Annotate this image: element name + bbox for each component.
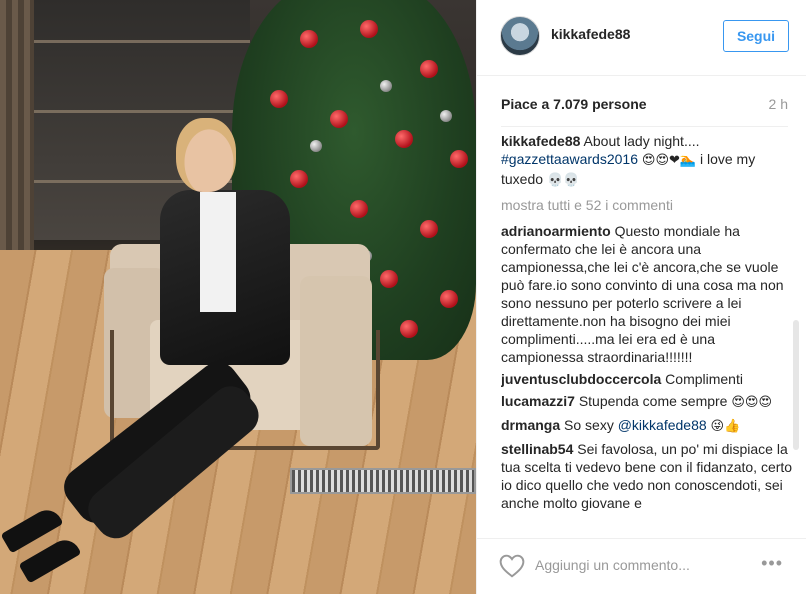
caption-emoji-2: 💀💀 <box>546 173 580 188</box>
post-header: kikkafede88 Segui <box>477 0 806 76</box>
ornament <box>300 30 318 48</box>
comment: stellinab54 Sei favolosa, un po' mi disp… <box>501 440 793 512</box>
comment-username[interactable]: adrianoarmiento <box>501 223 611 239</box>
comment: juventusclubdoccercola Complimenti <box>501 370 793 388</box>
post-time[interactable]: 2 h <box>769 96 788 112</box>
floor-vent <box>290 468 476 494</box>
show-all-comments-link[interactable]: mostra tutti e 52 i commenti <box>501 196 793 214</box>
avatar[interactable] <box>500 16 540 56</box>
comments-list: kikkafede88 About lady night.... #gazzet… <box>501 132 793 532</box>
comment-input[interactable]: Aggiungi un commento... <box>535 557 690 573</box>
comment-text: Questo mondiale ha confermato che lei è … <box>501 223 784 365</box>
comment-text: Stupenda come sempre <box>578 393 728 409</box>
comment-emoji: 😜👍 <box>710 419 741 434</box>
mention-link[interactable]: @kikkafede88 <box>618 417 707 433</box>
ornament <box>290 170 308 188</box>
ornament <box>450 150 468 168</box>
ornament <box>440 110 452 122</box>
username-link[interactable]: kikkafede88 <box>551 26 630 42</box>
ornament <box>360 20 378 38</box>
ornament <box>330 110 348 128</box>
ornament <box>350 200 368 218</box>
railing-line <box>30 110 250 113</box>
ornament <box>310 140 322 152</box>
caption-text: About lady night.... <box>583 133 700 149</box>
ornament <box>440 290 458 308</box>
comment-emoji: 😍😍😍 <box>731 395 773 410</box>
person-shirt <box>200 192 236 312</box>
comment-username[interactable]: lucamazzi7 <box>501 393 575 409</box>
ornament <box>420 220 438 238</box>
ornament <box>270 90 288 108</box>
ornament <box>420 60 438 78</box>
more-options-icon[interactable]: ••• <box>761 553 783 574</box>
post-footer: Aggiungi un commento... ••• <box>477 538 806 594</box>
comment-username[interactable]: stellinab54 <box>501 441 573 457</box>
divider <box>501 126 788 127</box>
railing-line <box>30 40 250 43</box>
ornament <box>400 320 418 338</box>
caption: kikkafede88 About lady night.... #gazzet… <box>501 132 793 190</box>
post-sidebar: kikkafede88 Segui Piace a 7.079 persone … <box>476 0 806 594</box>
hashtag-link[interactable]: #gazzettaawards2016 <box>501 151 638 167</box>
ornament <box>380 270 398 288</box>
person-head <box>176 118 236 192</box>
comment: lucamazzi7 Stupenda come sempre 😍😍😍 <box>501 392 793 412</box>
likes-count[interactable]: Piace a 7.079 persone <box>501 96 647 112</box>
ornament <box>395 130 413 148</box>
caption-emoji: 😍😍❤🏊 <box>641 153 697 168</box>
ornament <box>380 80 392 92</box>
comments-scrollbar[interactable] <box>793 320 799 450</box>
comment-text: Complimenti <box>665 371 743 387</box>
post-photo[interactable] <box>0 0 476 594</box>
comment: adrianoarmiento Questo mondiale ha confe… <box>501 222 793 366</box>
heart-icon[interactable] <box>499 554 525 578</box>
comment-username[interactable]: juventusclubdoccercola <box>501 371 661 387</box>
comment-text: So sexy <box>564 417 614 433</box>
caption-username[interactable]: kikkafede88 <box>501 133 580 149</box>
comment-username[interactable]: drmanga <box>501 417 560 433</box>
comment: drmanga So sexy @kikkafede88 😜👍 <box>501 416 793 436</box>
follow-button[interactable]: Segui <box>723 20 789 52</box>
